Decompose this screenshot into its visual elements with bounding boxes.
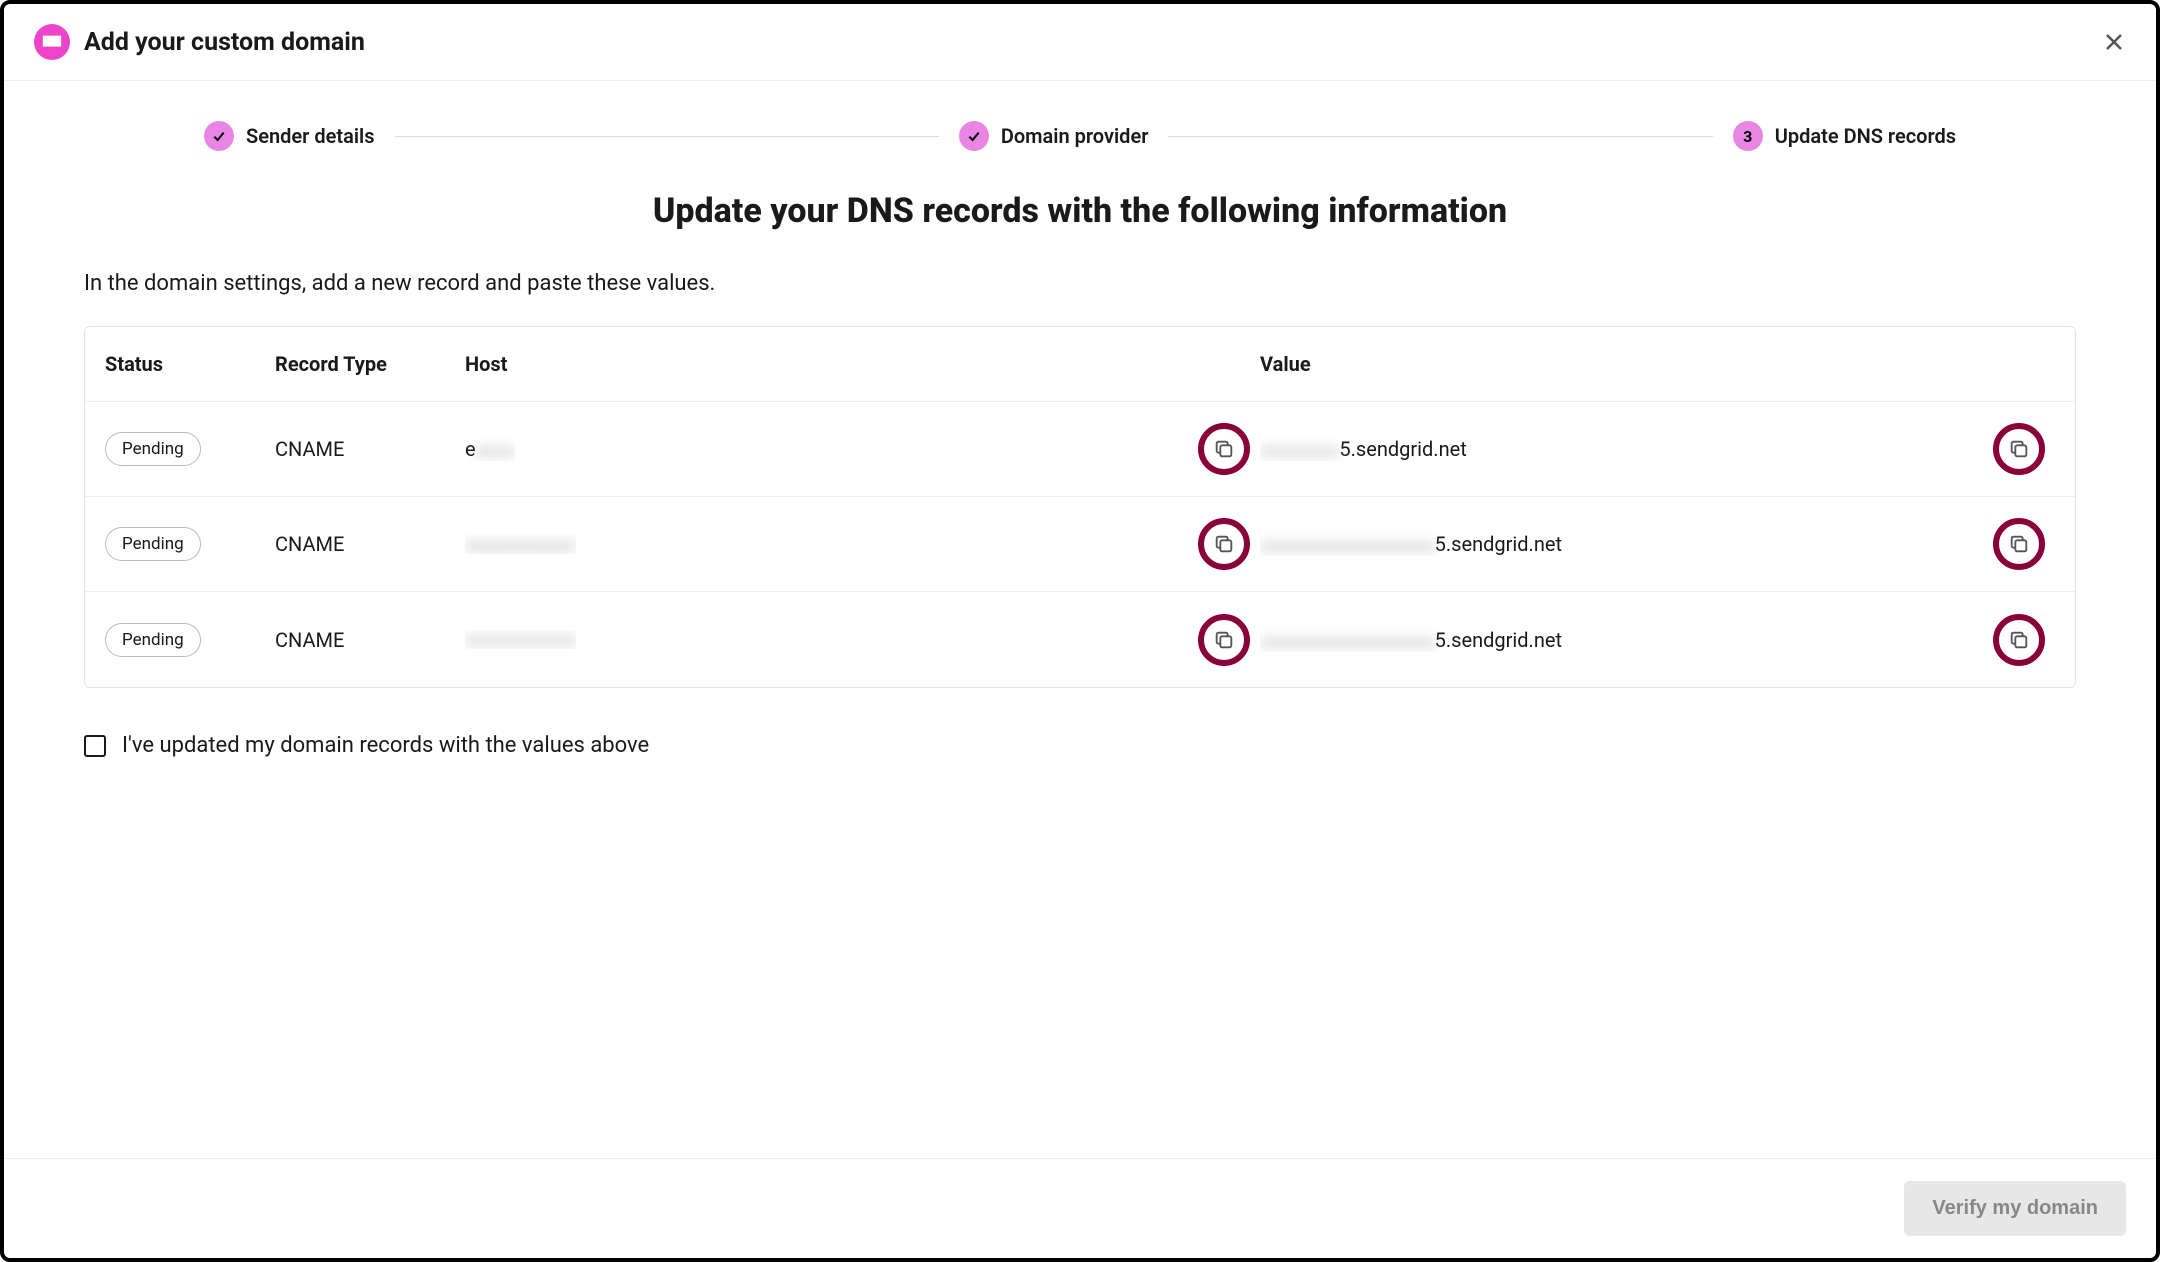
host-text: exxxxx	[465, 437, 515, 461]
close-button[interactable]	[2102, 30, 2126, 54]
table-row: Pending CNAMExxxxxxxxxxxxxx xxxxxxxxxxxxxx…	[85, 497, 2075, 592]
step-sender-details: Sender details	[204, 121, 375, 151]
copy-icon	[2008, 438, 2030, 460]
dns-table: Status Record Type Host Value Pending CNA…	[84, 326, 2076, 688]
step-label: Sender details	[246, 124, 375, 148]
status-cell: Pending	[105, 527, 275, 561]
copy-icon	[1213, 438, 1235, 460]
status-cell: Pending	[105, 432, 275, 466]
value-cell: xxxxxxxxxxxxxxxxxxxxxx5.sendgrid.net	[1260, 614, 2055, 666]
copy-value-button[interactable]	[1993, 423, 2045, 475]
check-icon	[211, 128, 227, 144]
status-badge: Pending	[105, 527, 201, 561]
copy-icon	[1213, 533, 1235, 555]
col-host: Host	[465, 352, 1260, 376]
record-type-cell: CNAME	[275, 628, 465, 652]
col-status: Status	[105, 352, 275, 376]
modal-header: Add your custom domain	[4, 4, 2156, 81]
status-cell: Pending	[105, 623, 275, 657]
copy-value-button[interactable]	[1993, 614, 2045, 666]
host-text: xxxxxxxxxxxxxx	[465, 630, 576, 649]
step-done-icon	[204, 121, 234, 151]
check-icon	[966, 128, 982, 144]
stepper: Sender details Domain provider 3 Update …	[4, 81, 2156, 171]
copy-host-button[interactable]	[1198, 423, 1250, 475]
table-body: PendingCNAMEexxxxxxxxxxxxxxx5.sendgrid.n…	[85, 402, 2075, 687]
step-done-icon	[959, 121, 989, 151]
host-text: xxxxxxxxxxxxxx	[465, 535, 576, 554]
record-type-cell: CNAME	[275, 437, 465, 461]
table-row: Pending CNAMEexxxxx xxxxxxxxxx5.sendgrid.n…	[85, 402, 2075, 497]
copy-value-button[interactable]	[1993, 518, 2045, 570]
host-cell: xxxxxxxxxxxxxx	[465, 614, 1260, 666]
confirm-row: I've updated my domain records with the …	[84, 733, 2076, 758]
close-icon	[2102, 30, 2126, 54]
copy-host-button[interactable]	[1198, 518, 1250, 570]
confirm-checkbox[interactable]	[84, 735, 106, 757]
page-subtext: In the domain settings, add a new record…	[84, 271, 2076, 296]
col-record-type: Record Type	[275, 352, 465, 376]
modal-footer: Verify my domain	[4, 1158, 2156, 1258]
verify-button[interactable]: Verify my domain	[1904, 1181, 2126, 1236]
copy-icon	[2008, 629, 2030, 651]
value-text: xxxxxxxxxx5.sendgrid.net	[1260, 437, 1467, 461]
host-cell: xxxxxxxxxxxxxx	[465, 518, 1260, 570]
value-cell: xxxxxxxxxxxxxxxxxxxxxx5.sendgrid.net	[1260, 518, 2055, 570]
value-cell: xxxxxxxxxx5.sendgrid.net	[1260, 423, 2055, 475]
copy-icon	[2008, 533, 2030, 555]
content: Update your DNS records with the followi…	[4, 171, 2156, 1158]
table-header-row: Status Record Type Host Value	[85, 327, 2075, 402]
confirm-label: I've updated my domain records with the …	[122, 733, 649, 758]
copy-icon	[1213, 629, 1235, 651]
modal-title: Add your custom domain	[84, 28, 365, 57]
status-badge: Pending	[105, 623, 201, 657]
value-text: xxxxxxxxxxxxxxxxxxxxxx5.sendgrid.net	[1260, 628, 1562, 652]
table-row: Pending CNAMExxxxxxxxxxxxxx xxxxxxxxxxxxxx…	[85, 592, 2075, 687]
host-cell: exxxxx	[465, 423, 1260, 475]
modal: Add your custom domain Sender details Do…	[0, 0, 2160, 1262]
step-divider	[1168, 136, 1712, 137]
page-heading: Update your DNS records with the followi…	[84, 191, 2076, 231]
col-value: Value	[1260, 352, 2055, 376]
value-text: xxxxxxxxxxxxxxxxxxxxxx5.sendgrid.net	[1260, 532, 1562, 556]
step-divider	[395, 136, 939, 137]
header-left: Add your custom domain	[34, 24, 365, 60]
copy-host-button[interactable]	[1198, 614, 1250, 666]
status-badge: Pending	[105, 432, 201, 466]
logo-icon	[34, 24, 70, 60]
step-update-dns: 3 Update DNS records	[1733, 121, 1956, 151]
step-number-badge: 3	[1733, 121, 1763, 151]
step-domain-provider: Domain provider	[959, 121, 1149, 151]
record-type-cell: CNAME	[275, 532, 465, 556]
step-label: Update DNS records	[1775, 124, 1956, 148]
step-label: Domain provider	[1001, 124, 1149, 148]
